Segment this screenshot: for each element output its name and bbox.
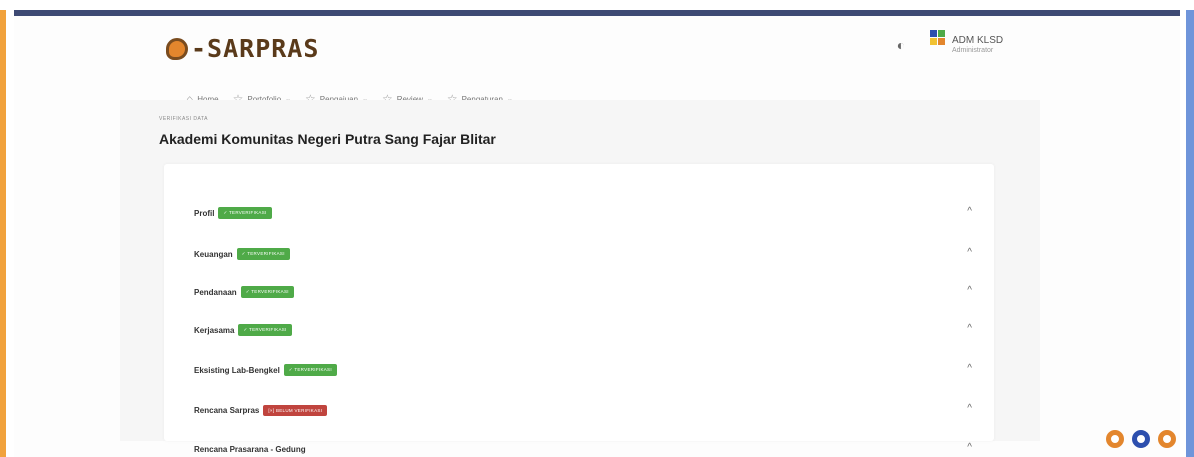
chevron-up-icon[interactable]: ^: [967, 247, 972, 258]
avatar-block-icon: [938, 30, 945, 37]
app-logo[interactable]: -SARPRAS: [166, 34, 319, 63]
section-label: Rencana Prasarana - Gedung: [194, 444, 306, 454]
window-dots-bottom-right: [1106, 430, 1176, 448]
chevron-up-icon[interactable]: ^: [967, 285, 972, 296]
chevron-up-icon[interactable]: ^: [967, 206, 972, 217]
logo-mark-icon: [166, 37, 188, 60]
section-label: Rencana Sarpras: [194, 405, 260, 415]
avatar-block-icon: [930, 38, 937, 45]
section-label: Kerjasama: [194, 325, 235, 335]
section-label: Eksisting Lab-Bengkel: [194, 365, 280, 375]
user-role: Administrator: [952, 47, 994, 54]
status-badge: ✓ TERVERIFIKASI: [283, 364, 337, 376]
chevron-up-icon[interactable]: ^: [967, 363, 972, 374]
theme-toggle-icon[interactable]: ◐: [892, 36, 910, 54]
breadcrumb: VERIFIKASI DATA: [159, 116, 208, 122]
section-row-rencana-prasarana-gedung[interactable]: Rencana Prasarana - Gedung ^: [194, 439, 974, 457]
chevron-up-icon[interactable]: ^: [967, 403, 972, 414]
dot-icon: [1132, 430, 1150, 448]
section-label: Pendanaan: [194, 287, 237, 297]
section-row-keuangan[interactable]: Keuangan ✓ TERVERIFIKASI ^: [194, 244, 974, 264]
status-badge: ✓ TERVERIFIKASI: [218, 207, 272, 219]
section-row-pendanaan[interactable]: Pendanaan ✓ TERVERIFIKASI ^: [194, 282, 974, 302]
user-name[interactable]: ADM KLSD: [952, 35, 1003, 46]
dot-icon: [1158, 430, 1176, 448]
status-badge: [×] BELUM VERIFIKASI: [263, 404, 328, 416]
verification-card: Profil ✓ TERVERIFIKASI ^ Keuangan ✓ TERV…: [164, 164, 994, 454]
status-badge: ✓ TERVERIFIKASI: [240, 286, 294, 298]
chevron-up-icon[interactable]: ^: [967, 323, 972, 334]
section-label: Profil: [194, 208, 215, 218]
section-label: Keuangan: [194, 249, 233, 259]
frame-left-edge: [0, 10, 6, 457]
status-badge: ✓ TERVERIFIKASI: [238, 324, 292, 336]
section-row-rencana-sarpras[interactable]: Rencana Sarpras [×] BELUM VERIFIKASI ^: [194, 400, 974, 420]
avatar-block-icon: [930, 30, 937, 37]
page-title: Akademi Komunitas Negeri Putra Sang Faja…: [159, 131, 496, 147]
chevron-up-icon[interactable]: ^: [967, 442, 972, 453]
status-badge: ✓ TERVERIFIKASI: [236, 248, 290, 260]
avatar-block-icon: [938, 38, 945, 45]
section-row-profil[interactable]: Profil ✓ TERVERIFIKASI ^: [194, 203, 974, 223]
logo-text: -SARPRAS: [191, 34, 320, 63]
frame-right-edge: [1186, 10, 1194, 457]
section-row-eksisting-lab-bengkel[interactable]: Eksisting Lab-Bengkel ✓ TERVERIFIKASI ^: [194, 360, 974, 380]
user-avatar[interactable]: [930, 30, 946, 56]
section-row-kerjasama[interactable]: Kerjasama ✓ TERVERIFIKASI ^: [194, 320, 974, 340]
dot-icon: [1106, 430, 1124, 448]
